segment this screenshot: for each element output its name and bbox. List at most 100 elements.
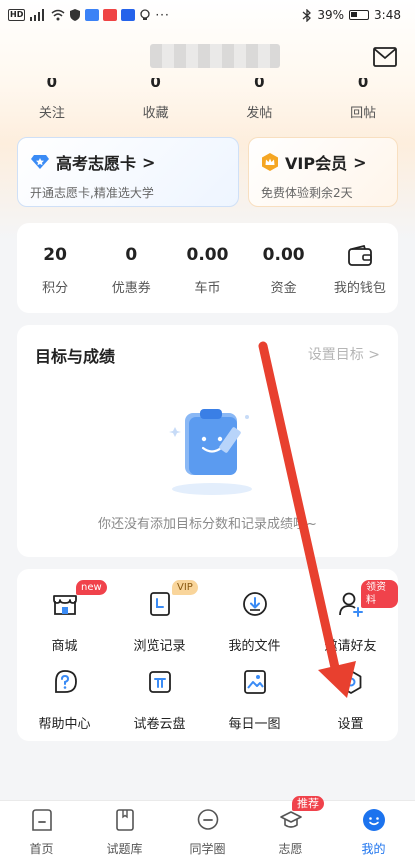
nav-home[interactable]: 首页: [0, 801, 83, 855]
stat-favorites[interactable]: 0 收藏: [104, 78, 208, 122]
add-user-icon: [338, 592, 363, 617]
pi-document-icon: [148, 671, 171, 693]
history-document-icon: [149, 592, 170, 616]
tool-label: 试卷云盘: [133, 717, 186, 732]
tool-label: 每日一图: [228, 717, 281, 732]
stat-value: 0: [254, 78, 265, 91]
stat-following[interactable]: 0 关注: [0, 78, 104, 122]
tool-daily-image[interactable]: 每日一图: [207, 669, 302, 732]
gaokao-card-title: 高考志愿卡: [56, 154, 137, 173]
chevron-right-icon: >: [142, 152, 156, 172]
tool-label: 商城: [51, 639, 78, 654]
crown-icon: [262, 153, 278, 171]
wallet-coins[interactable]: 0.00 车币: [169, 245, 245, 313]
chevron-right-icon: >: [353, 152, 367, 172]
tool-help-center[interactable]: 帮助中心: [17, 669, 112, 732]
goals-empty-text: 你还没有添加目标分数和记录成绩哦~: [98, 517, 317, 532]
store-icon: [52, 595, 77, 615]
wallet-coupons[interactable]: 0 优惠券: [93, 245, 169, 313]
stat-label: 关注: [38, 106, 65, 121]
status-icons-left: HD ···: [8, 8, 170, 22]
goals-title: 目标与成绩: [35, 347, 116, 366]
nav-volunteer[interactable]: 志愿 推荐: [249, 796, 332, 855]
username-redacted: [150, 44, 280, 68]
tool-label: 设置: [337, 717, 364, 732]
home-icon: [31, 809, 52, 831]
my-wallet-button[interactable]: 我的钱包: [322, 244, 398, 313]
mail-icon[interactable]: [373, 47, 397, 67]
gaokao-card-promo[interactable]: 高考志愿卡 > 开通志愿卡,精准选大学: [17, 137, 239, 207]
bulb-icon: [140, 9, 150, 20]
nav-label: 首页: [29, 842, 54, 855]
stat-posts[interactable]: 0 发帖: [208, 78, 312, 122]
wallet-icon: [347, 244, 372, 266]
battery-percent: 39%: [317, 8, 345, 22]
vip-subtitle: 免费体验剩余2天: [261, 186, 353, 200]
tool-settings[interactable]: 设置: [303, 669, 398, 732]
nav-me[interactable]: 我的: [332, 801, 415, 855]
shield-icon: [70, 9, 81, 21]
wifi-icon: [51, 9, 65, 21]
vip-badge: VIP: [172, 580, 198, 595]
settings-icon: [340, 670, 361, 694]
stat-label: 收藏: [142, 106, 169, 121]
goals-card: 目标与成绩 设置目标 > 你还没有添加目标分数和记录成绩哦~: [17, 325, 398, 557]
stat-value: 0: [357, 78, 369, 91]
status-bar: HD ··· 39% 3:48: [0, 0, 415, 30]
nav-label: 试题库: [106, 842, 143, 855]
tool-exam-cloud-drive[interactable]: 试卷云盘: [112, 669, 207, 732]
wallet-value: 20: [43, 245, 67, 265]
wallet-summary: 20 积分 0 优惠券 0.00 车币 0.00 资金 我的钱包: [17, 223, 398, 313]
profile-header: [0, 36, 415, 80]
nav-label: 我的: [361, 842, 386, 855]
wallet-label: 积分: [42, 281, 69, 296]
set-goal-link[interactable]: 设置目标 >: [308, 344, 380, 364]
wallet-value: 0.00: [186, 245, 229, 265]
tool-mall[interactable]: 商城: [17, 591, 112, 654]
app-notification-icon: [103, 9, 118, 21]
app-notification-icon: [121, 9, 136, 21]
stat-label: 回帖: [350, 106, 377, 121]
get-materials-badge: 领资料: [361, 580, 398, 608]
tool-label: 帮助中心: [38, 717, 91, 732]
wallet-label: 车币: [194, 281, 221, 296]
wallet-label: 资金: [270, 281, 297, 296]
vip-member-promo[interactable]: VIP会员 > 免费体验剩余2天: [248, 137, 398, 207]
profile-stats: 0 关注 0 收藏 0 发帖 0 回帖: [0, 78, 415, 122]
wallet-label: 优惠券: [111, 281, 151, 296]
tools-grid: 商城 new 浏览记录 VIP 我的文件 邀请好友 领资料 帮助中心 试卷云盘 …: [17, 569, 398, 741]
hd-icon: HD: [8, 9, 26, 21]
tool-label: 我的文件: [228, 639, 281, 654]
gaokao-card-subtitle: 开通志愿卡,精准选大学: [30, 186, 154, 200]
app-notification-icon: [85, 9, 100, 21]
graduation-cap-icon: [279, 811, 302, 828]
nav-classmates[interactable]: 同学圈: [166, 801, 249, 855]
more-icon: ···: [155, 8, 170, 22]
profile-smile-icon: [362, 809, 385, 831]
tool-history[interactable]: 浏览记录: [112, 591, 207, 654]
wallet-value: 0.00: [262, 245, 305, 265]
status-icons-right: 39% 3:48: [302, 8, 401, 22]
stat-value: 0: [46, 78, 58, 91]
bottom-navigation: 首页 试题库 同学圈 志愿 推荐 我的: [0, 796, 415, 855]
signal-icon: [30, 9, 45, 21]
tool-label: 浏览记录: [133, 639, 186, 654]
stat-value: 0: [150, 78, 161, 91]
vip-title: VIP会员: [285, 154, 348, 173]
download-circle-icon: [242, 592, 267, 616]
diamond-star-icon: [31, 155, 49, 169]
wallet-value: 0: [125, 245, 138, 265]
new-badge: new: [76, 580, 107, 595]
help-icon: [54, 670, 77, 693]
tool-my-files[interactable]: 我的文件: [207, 591, 302, 654]
picture-icon: [243, 670, 266, 694]
question-bank-icon: [115, 809, 134, 831]
wallet-points[interactable]: 20 积分: [17, 245, 93, 313]
battery-icon: [349, 10, 370, 20]
clipboard-illustration-icon: [169, 409, 252, 495]
nav-question-bank[interactable]: 试题库: [83, 801, 166, 855]
wallet-label: 我的钱包: [333, 281, 386, 296]
stat-replies[interactable]: 0 回帖: [311, 78, 415, 122]
wallet-funds[interactable]: 0.00 资金: [246, 245, 322, 313]
clock: 3:48: [374, 8, 401, 22]
